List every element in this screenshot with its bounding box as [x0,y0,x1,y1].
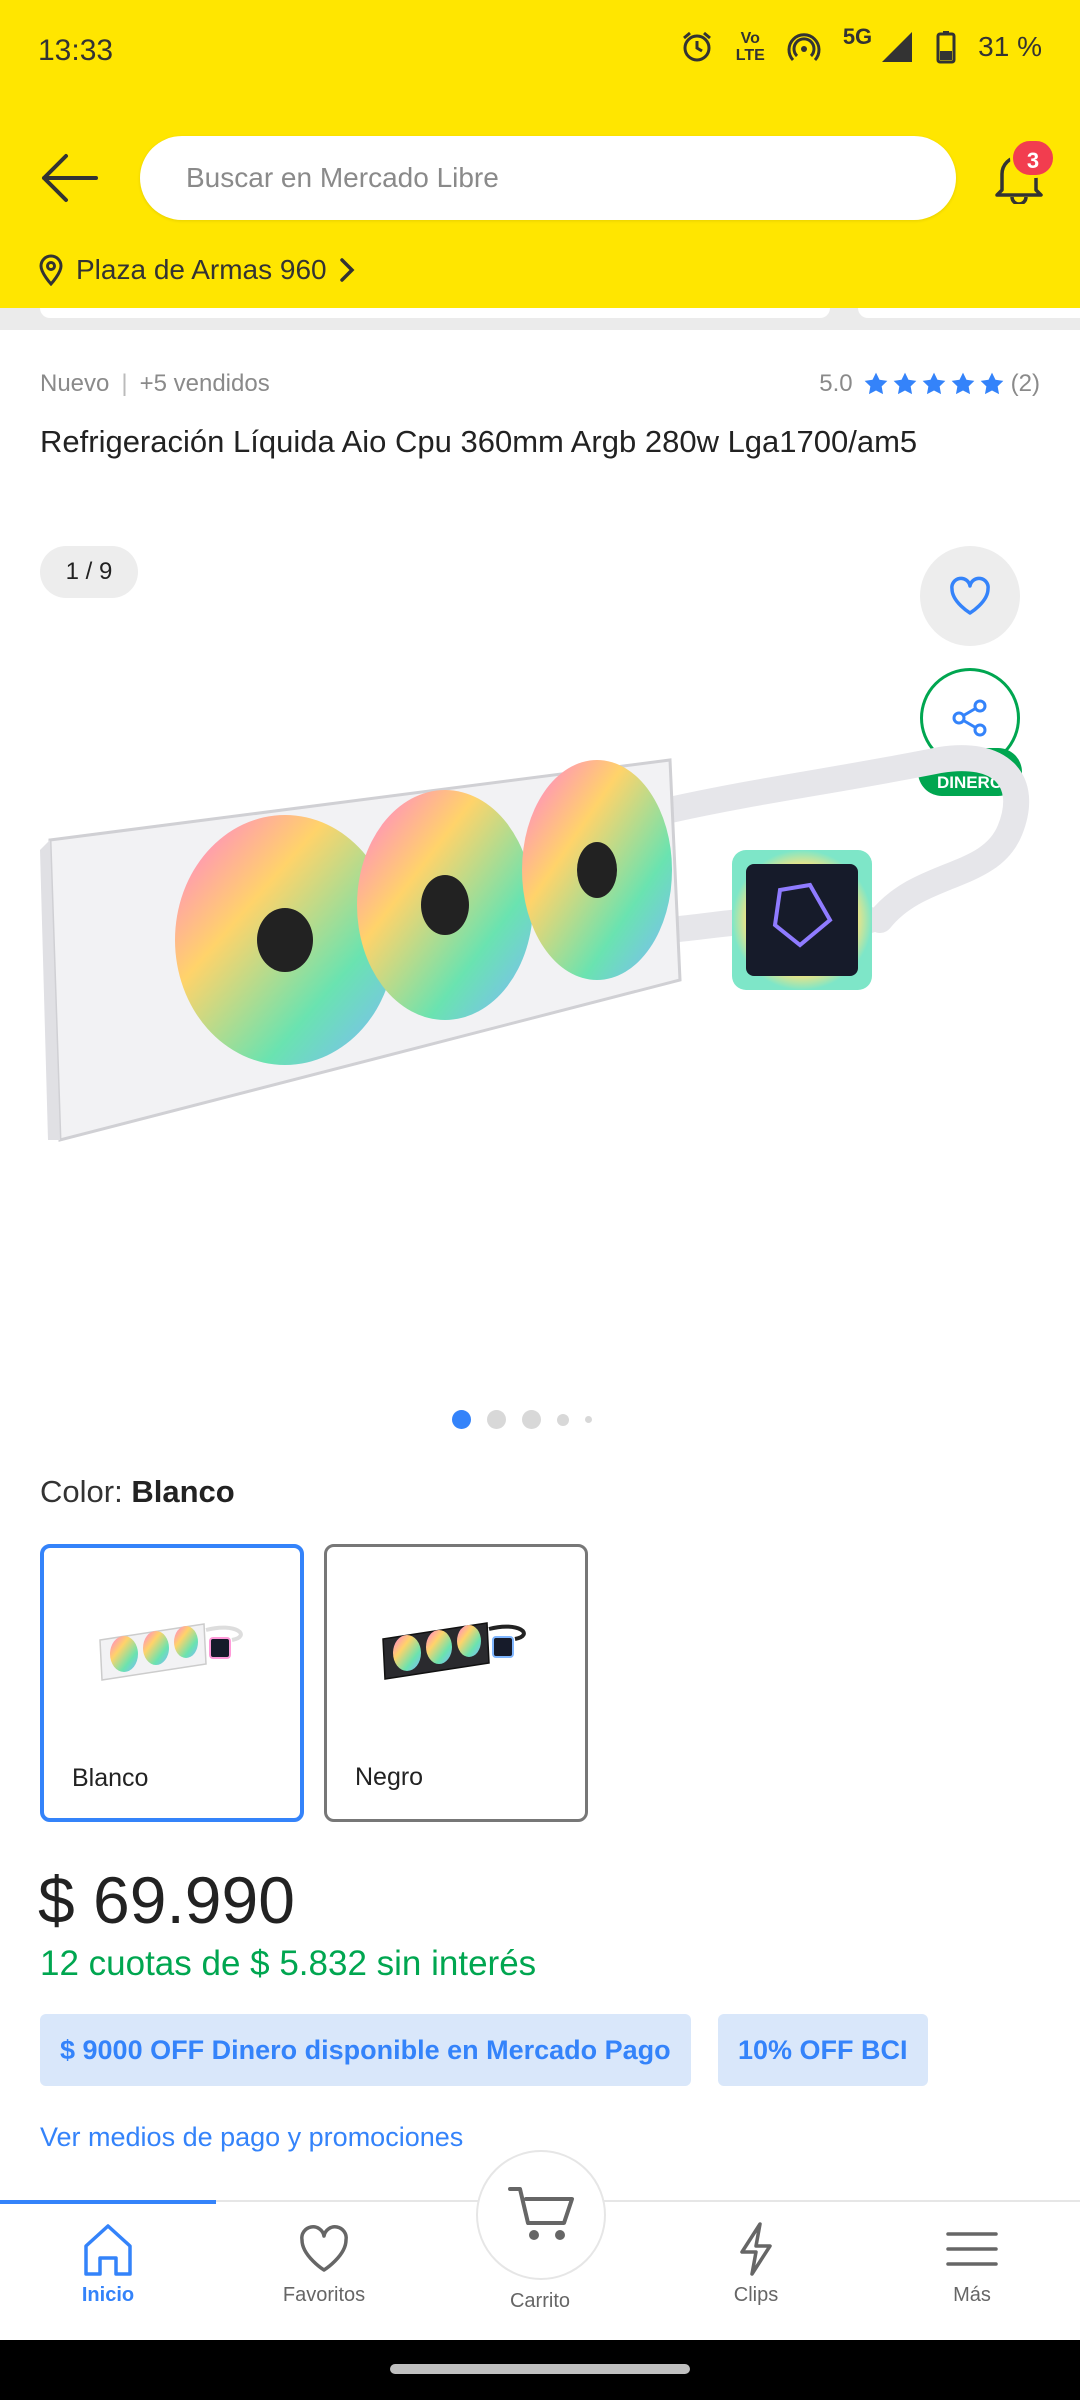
product-title: Refrigeración Líquida Aio Cpu 360mm Argb… [40,424,918,459]
menu-icon [946,2232,998,2266]
pagination-dot[interactable] [452,1410,471,1429]
hotspot-icon [787,33,821,62]
active-tab-indicator [0,2200,216,2204]
gallery-pagination[interactable] [452,1410,592,1429]
variant-thumbnail [99,1623,243,1681]
home-icon [84,2224,132,2276]
color-option-negro[interactable]: Negro [324,1544,588,1822]
rating-count: (2) [1010,370,1040,397]
star-icon [951,372,975,395]
nav-mas[interactable]: Más [864,2220,1080,2307]
alarm-icon [682,31,711,62]
star-icon [980,372,1004,395]
pagination-dot[interactable] [557,1413,569,1426]
status-icons: Vo LTE 5G 31 % [680,24,1042,64]
battery-icon [936,31,956,64]
promo-badge: 10% OFF BCI [718,2014,928,2086]
installments-info: 12 cuotas de $ 5.832 sin interés [40,1944,537,1983]
status-time: 13:33 [38,34,114,67]
home-gesture-handle[interactable] [390,2364,690,2374]
color-option-blanco[interactable]: Blanco [40,1544,304,1822]
product-meta: Nuevo | +5 vendidos [40,370,270,397]
pagination-dot[interactable] [487,1410,506,1429]
location-pin-icon [39,254,63,286]
nav-carrito-label: Carrito [509,2290,570,2312]
app-header: 13:33 VoLTE 5G 31 % 3 Plaza de Armas 960 [0,0,1080,308]
search-bar[interactable] [140,136,956,220]
variant-thumbnail [382,1622,526,1680]
color-selector-label: Color: Blanco [40,1474,235,1509]
network-type: 5G [842,24,873,49]
selected-color: Blanco [131,1474,235,1509]
product-price: $ 69.990 [38,1863,295,1937]
favorite-button[interactable] [920,546,1020,646]
lightning-icon [740,2222,772,2276]
rating-stars [863,371,1005,397]
star-icon [922,372,946,395]
payment-methods-link[interactable]: Ver medios de pago y promociones [40,2122,463,2153]
signal-icon [882,32,913,62]
heart-icon [950,576,990,615]
nav-carrito[interactable] [476,2150,606,2280]
product-image[interactable] [40,720,1040,1180]
cart-icon [508,2187,574,2240]
promo-badge: $ 9000 OFF Dinero disponible en Mercado … [40,2014,691,2086]
nav-favoritos[interactable]: Favoritos [216,2220,432,2307]
star-icon [864,372,888,395]
volte-icon: Vo LTE [735,30,765,64]
status-bar: 13:33 Vo LTE 5G 31 % [0,0,1080,108]
gallery-counter: 1 / 9 [40,546,138,598]
battery-level: 31 % [978,31,1042,62]
search-input[interactable] [140,136,956,220]
rating-value: 5.0 [819,370,853,397]
product-rating[interactable]: 5.0 (2) [819,370,1040,398]
heart-icon [300,2225,348,2272]
section-divider [0,308,1080,330]
location-label: Plaza de Armas 960 [76,254,327,285]
notification-badge: 3 [1010,138,1056,178]
variant-label: Negro [355,1763,424,1791]
nav-inicio[interactable]: Inicio [0,2220,216,2307]
variant-label: Blanco [72,1764,149,1792]
nav-clips[interactable]: Clips [648,2220,864,2307]
pagination-dot[interactable] [585,1416,592,1423]
condition-label: Nuevo [40,370,110,397]
star-icon [893,372,917,395]
pagination-dot[interactable] [522,1410,541,1429]
sold-count: +5 vendidos [139,370,270,397]
location-selector[interactable]: Plaza de Armas 960 [38,254,355,286]
back-arrow-icon[interactable] [38,148,100,208]
chevron-right-icon [339,258,355,282]
